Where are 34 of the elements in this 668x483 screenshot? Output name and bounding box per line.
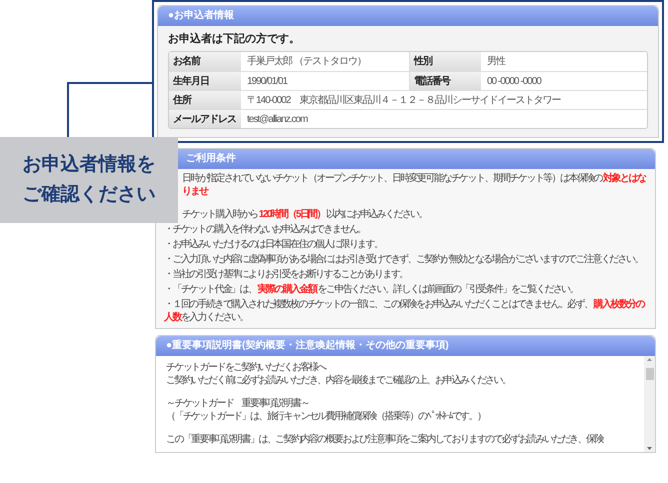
condition-text: ・ご入力頂いた内容に虚偽事項がある場合にはお引き受けできず、ご契約が無効となる場合がございますのでご注意ください。 (163, 252, 644, 266)
field-label: 住所 (169, 90, 241, 108)
field-value: 1990/01/01 (246, 74, 288, 88)
condition-text: ・「チケット代金」は、実際の購入金額をご申告ください。詳しくは前画面の「引受条件」をご覧ください。 (163, 282, 579, 296)
field-value: 〒140-0002 東京都品川区東品川４－１２－８品川シーサイドイーストタワー (246, 94, 562, 108)
condition-text: ・１回の手続きで購入された複数枚のチケットの一部に、この保険をお申込みいただくことはできません。必ず、購入枚数分の人数を入力ください。 (162, 298, 646, 324)
callout-text: ご確認ください (22, 183, 156, 207)
callout-text: お申込者情報を (22, 153, 156, 177)
field-label: 性別 (409, 52, 481, 70)
condition-text: ・チケットの購入を伴わないお申込みはできません。 (163, 222, 367, 236)
section-heading: お申込者は下記の方です。 (167, 32, 301, 47)
field-label: お名前 (169, 52, 241, 70)
field-value: test@allianz.com (246, 112, 309, 126)
scrollbar[interactable] (644, 356, 655, 452)
scroll-up-icon[interactable] (647, 358, 652, 360)
panel-title: ●重要事項説明書(契約概要・注意喚起情報・その他の重要事項) (156, 336, 655, 356)
document-text: （「チケットガード」は、旅行キャンセル費用補償保険（搭乗等）のﾍﾟｯﾄﾈｰﾑです。） (166, 410, 486, 422)
document-text: ～チケットガード 重要事項説明書～ (166, 396, 310, 410)
panel-title: ●お申込者情報 (158, 6, 658, 26)
condition-text: 日時が指定されていないチケット（オープンチケット、日時変更可能なチケット、期間チケット等）は本保険の対象とはなりませ (181, 172, 647, 198)
document-text: チケットガードをご契約いただくお客様へ (166, 360, 328, 374)
document-text: ご契約いただく前に必ずお読みいただき、内容を最後までご確認の上、お申込みください。 (166, 374, 512, 386)
condition-text: ・お申込みいただけるのは日本国在住の個人に限ります。 (163, 238, 384, 250)
condition-text: チケット購入時から120時間（5日間）以内にお申込みください。 (181, 208, 428, 220)
condition-text: ・当社の引受け基準によりお引受をお断りすることがあります。 (163, 268, 409, 280)
field-value: 男性 (486, 54, 506, 68)
field-label: メールアドレス (169, 110, 241, 128)
field-label: 電話番号 (409, 72, 481, 90)
scroll-down-icon[interactable] (647, 446, 652, 450)
document-text: この「重要事項説明書」は、ご契約内容の概要および注意事項をご案内しておりますので必ずお読みいただき、保険 (166, 432, 604, 446)
field-value: 00 -0000 -0000 (486, 74, 542, 88)
field-value: 手巣戸太郎 （テストタロウ） (246, 54, 367, 68)
field-label: 生年月日 (169, 72, 241, 90)
scroll-thumb[interactable] (646, 368, 654, 380)
